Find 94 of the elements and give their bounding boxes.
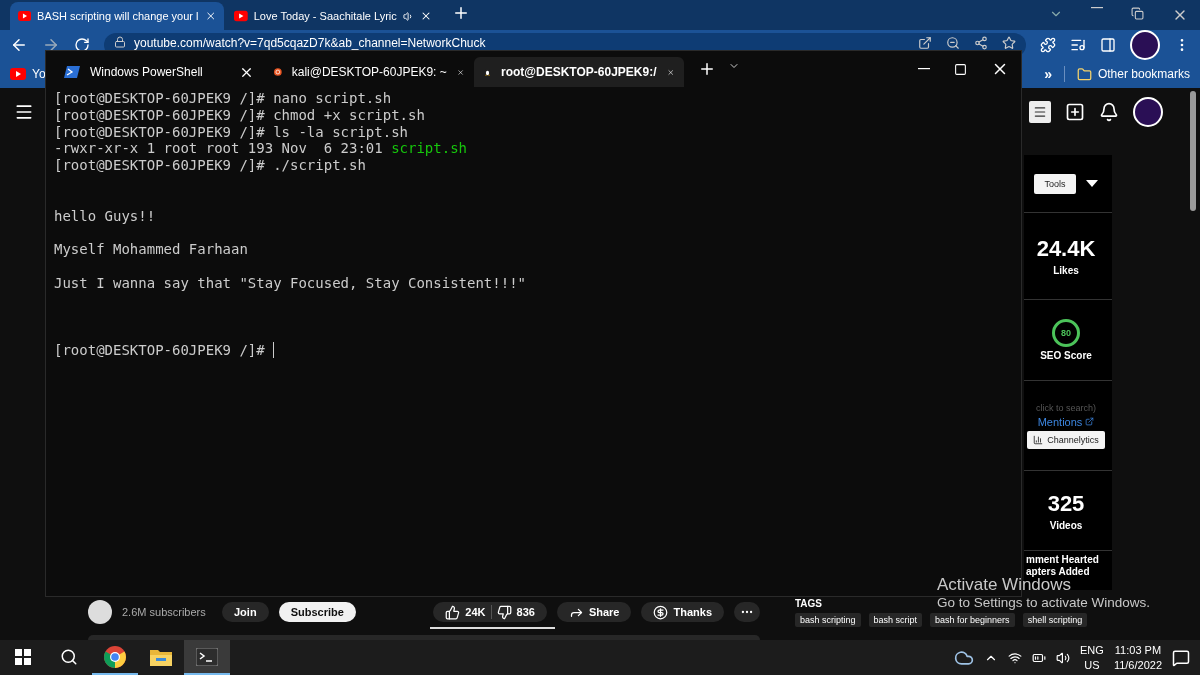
share-icon [974,36,988,50]
puzzle-icon [1040,37,1056,53]
terminal-line: [root@DESKTOP-60JPEK9 /]# [54,341,266,359]
tag-chip[interactable]: bash scripting [795,613,861,627]
profile-avatar[interactable] [1133,97,1163,127]
side-panel-icon [1100,37,1116,53]
menu-icon [1033,105,1047,119]
tags-heading: TAGS [795,598,823,609]
new-tab-icon [452,4,470,22]
new-tab-icon [698,60,716,78]
playlist-icon [1070,37,1086,53]
browser-tab[interactable]: Love Today - Saachitale Lyric [226,2,440,30]
file-name: script.sh [391,140,467,158]
folder-icon [150,647,172,666]
folder-icon [1076,66,1092,82]
mentions-link[interactable]: Mentions [1037,415,1095,428]
reload-icon [74,37,90,53]
star-icon [1002,36,1016,50]
create-video-icon [1065,102,1085,122]
open-icon [918,36,932,50]
volume-icon [1056,650,1071,665]
thumbs-down-icon [496,604,512,620]
bookmarks-overflow[interactable]: » [1044,66,1052,82]
youtube-icon [10,68,26,80]
feature-label: mment Hearted [1026,554,1100,566]
terminal-line: [root@DESKTOP-60JPEK9 /]# chmod +x script.sh [54,106,425,124]
terminal-line: -rwxr-xr-x 1 root root 193 Nov 6 23:01 [54,140,384,158]
bar-chart-icon [1033,434,1044,445]
likes-label: Likes [1053,265,1079,276]
tag-chip[interactable]: bash for beginners [930,613,1015,627]
activation-hint: Go to Settings to activate Windows. [936,595,1150,611]
terminal-tab[interactable]: Windows PowerShell [54,57,264,87]
videos-count: 325 [1047,490,1085,517]
terminal-line: [root@DESKTOP-60JPEK9 /]# nano script.sh [54,90,392,107]
language-indicator[interactable]: ENG [1080,642,1104,658]
back-icon [10,36,28,54]
notification-icon [1172,648,1190,667]
lock-icon [114,36,126,48]
powershell-icon [64,65,80,79]
videos-label: Videos [1049,519,1083,531]
dropdown-icon[interactable] [1085,180,1098,187]
minimize-icon[interactable] [1091,7,1103,9]
subscribe-button[interactable]: Subscribe [278,602,356,622]
terminal-tab[interactable]: root@DESKTOP-60JPEK9:/ [474,57,684,87]
search-icon [60,647,78,666]
menu-button[interactable] [1029,101,1051,123]
chrome-icon [104,645,126,668]
dollar-icon [653,604,669,620]
join-button[interactable]: Join [222,602,269,622]
youtube-icon [234,10,248,22]
like-dislike-button[interactable]: 24K 836 [433,602,547,622]
bookmark-folder[interactable]: Other bookmarks [1097,67,1190,81]
windows-icon [15,648,31,665]
bookmark-link[interactable]: Yo [32,67,46,81]
likes-count: 24.4K [1036,236,1096,262]
terminal-line: Myself Mohammed Farhaan [54,241,248,258]
channelytics-button[interactable]: Channelytics [1027,430,1105,449]
terminal-line: Just I wanna say that "Stay Focused, Stay Consistent!!!" [54,274,526,292]
terminal-icon [196,647,218,666]
share-button[interactable]: Share [556,602,632,622]
score-label: SEO Score [1040,350,1092,361]
score-ring: 80 [1052,319,1080,347]
scrollbar-thumb[interactable] [1189,91,1196,211]
thanks-button[interactable]: Thanks [641,602,724,622]
terminal-line: [root@DESKTOP-60JPEK9 /]# ./script.sh [54,157,366,174]
youtube-icon [18,10,32,22]
subscriber-count: 2.6M subscribers [122,606,207,618]
wifi-icon [1008,650,1023,665]
terminal-line: hello Guys!! [54,207,156,225]
region-indicator[interactable]: US [1084,657,1100,673]
speaker-icon[interactable] [402,9,414,23]
clock-date[interactable]: 11/6/2022 [1113,657,1162,673]
tag-chip[interactable]: bash script [868,613,923,627]
menu-icon [14,102,34,122]
terminal-tab[interactable]: kali@DESKTOP-60JPEK9: ~ [264,57,474,87]
tag-chip[interactable]: shell scripting [1022,613,1088,627]
external-link-icon [1085,417,1095,426]
tools-button[interactable]: Tools [1034,173,1076,194]
browser-tab[interactable]: BASH scripting will change your l [10,2,224,30]
feature-label: apters Added [1026,566,1091,578]
close-icon [204,9,216,23]
maximize-icon [954,62,967,76]
bell-icon [1099,102,1119,122]
search-hint: click to search) [1036,402,1096,413]
clock-time[interactable]: 11:03 PM [1114,642,1162,658]
more-button[interactable] [734,602,760,622]
profile-avatar[interactable] [1130,30,1160,60]
zoom-icon [946,36,960,50]
taskbar-app[interactable] [184,640,230,675]
minimize-icon[interactable] [918,68,930,70]
thumbs-up-icon [445,604,461,620]
channel-avatar[interactable] [88,600,112,624]
terminal-line: [root@DESKTOP-60JPEK9 /]# ls -la script.sh [54,123,408,141]
restore-icon [1131,7,1144,20]
